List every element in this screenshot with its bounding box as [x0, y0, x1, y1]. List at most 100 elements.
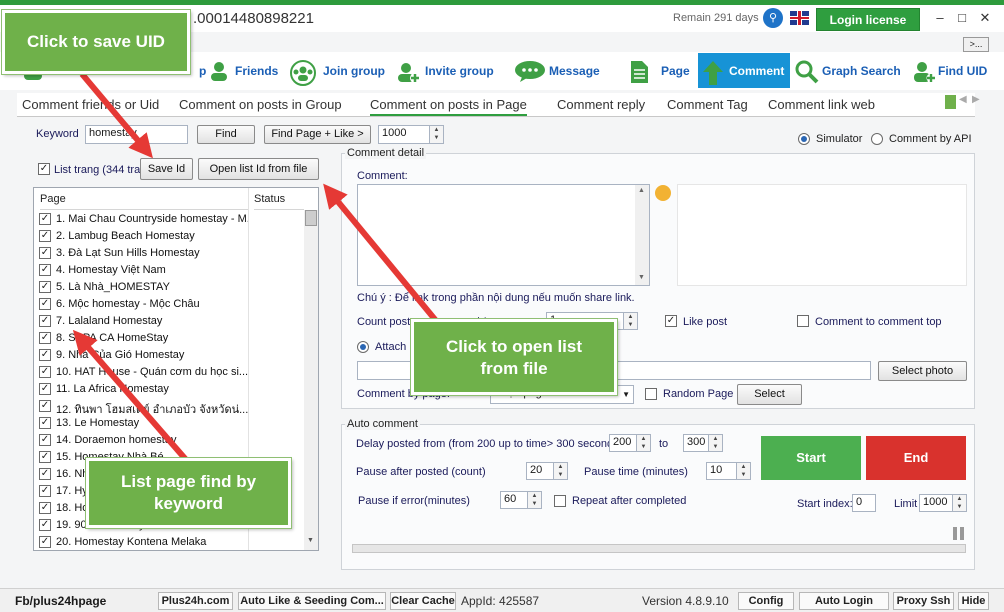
open-list-id-button[interactable]: Open list Id from file	[198, 158, 319, 180]
spin-down-icon[interactable]: ▼	[636, 443, 650, 451]
list-scroll-thumb[interactable]	[305, 210, 317, 226]
uk-flag-icon[interactable]	[790, 11, 809, 25]
row-checkbox[interactable]: ✓	[39, 332, 51, 344]
list-item[interactable]: ✓ 3. Đà Lạt Sun Hills Homestay	[34, 245, 304, 262]
row-checkbox[interactable]: ✓	[39, 400, 51, 412]
spin-down-icon[interactable]: ▼	[952, 503, 966, 511]
toolbar-find-uid[interactable]: Find UID	[913, 55, 987, 87]
row-checkbox[interactable]: ✓	[39, 315, 51, 327]
list-item[interactable]: ✓ 9. Nhà Của Gió Homestay	[34, 347, 304, 364]
row-checkbox[interactable]: ✓	[39, 264, 51, 276]
delay-from-input[interactable]: 200 ▲ ▼	[609, 434, 651, 452]
row-checkbox[interactable]: ✓	[39, 417, 51, 429]
more-button[interactable]: >...	[963, 37, 989, 52]
row-checkbox[interactable]: ✓	[39, 502, 51, 514]
row-checkbox[interactable]: ✓	[39, 519, 51, 531]
list-item[interactable]: ✓ 5. Là Nhà_HOMESTAY	[34, 279, 304, 296]
list-item[interactable]: ✓ 8. SAPA CA HomeStay	[34, 330, 304, 347]
limit-input[interactable]: 1000 ▲ ▼	[919, 494, 967, 512]
list-item[interactable]: ✓ 6. Mộc homestay - Mộc Châu	[34, 296, 304, 313]
keyword-input[interactable]: homestay	[85, 125, 188, 144]
comment-textarea[interactable]: ▲ ▼	[357, 184, 650, 286]
spin-down-icon[interactable]: ▼	[553, 471, 567, 479]
row-checkbox[interactable]: ✓	[39, 298, 51, 310]
list-item[interactable]: ✓ 4. Homestay Việt Nam	[34, 262, 304, 279]
row-checkbox[interactable]: ✓	[39, 230, 51, 242]
attach-radio[interactable]	[357, 341, 369, 353]
list-item[interactable]: ✓ 12. ทินพา โฮมสเตย์ อำเภอบัว จังหวัดน่..…	[34, 398, 304, 415]
auto-like-button[interactable]: Auto Like & Seeding Com...	[238, 592, 386, 610]
spin-up-icon[interactable]: ▲	[708, 435, 722, 443]
list-item[interactable]: ✓ 1. Mai Chau Countryside homestay - M...	[34, 211, 304, 228]
row-checkbox[interactable]: ✓	[39, 349, 51, 361]
key-icon[interactable]: ⚲	[763, 8, 783, 28]
scroll-down-icon[interactable]: ▼	[307, 537, 314, 544]
emoji-icon[interactable]	[655, 185, 671, 201]
row-checkbox[interactable]: ✓	[39, 434, 51, 446]
row-checkbox[interactable]: ✓	[39, 383, 51, 395]
config-button[interactable]: Config	[738, 592, 794, 610]
start-button[interactable]: Start	[761, 436, 861, 480]
tab-right-arrow-icon[interactable]: ▶	[972, 94, 980, 105]
tab-comment-friends[interactable]: Comment friends or Uid	[22, 97, 159, 112]
find-page-like-button[interactable]: Find Page + Like >	[264, 125, 371, 144]
spin-up-icon[interactable]: ▲	[636, 435, 650, 443]
login-license-button[interactable]: Login license	[816, 8, 920, 31]
spin-down-icon[interactable]: ▼	[527, 500, 541, 508]
like-post-checkbox[interactable]: ✓	[665, 315, 677, 327]
row-checkbox[interactable]: ✓	[39, 281, 51, 293]
spin-up-icon[interactable]: ▲	[952, 495, 966, 503]
pause-error-input[interactable]: 60 ▲ ▼	[500, 491, 542, 509]
fb-page-link[interactable]: Fb/plus24hpage	[15, 594, 106, 608]
comment-scrollbar[interactable]: ▲ ▼	[635, 185, 649, 285]
spin-down-icon[interactable]: ▼	[736, 471, 750, 479]
col-page-header[interactable]: Page	[40, 188, 248, 210]
list-scrollbar[interactable]	[304, 210, 318, 550]
spin-up-icon[interactable]: ▲	[623, 313, 637, 321]
save-id-button[interactable]: Save Id	[140, 158, 193, 180]
pause-after-input[interactable]: 20 ▲ ▼	[526, 462, 568, 480]
list-item[interactable]: ✓ 11. La Africa Homestay	[34, 381, 304, 398]
spin-up-icon[interactable]: ▲	[553, 463, 567, 471]
plus24h-button[interactable]: Plus24h.com	[158, 592, 233, 610]
spin-up-icon[interactable]: ▲	[429, 126, 443, 134]
close-icon[interactable]: ✕	[975, 9, 995, 27]
list-item[interactable]: ✓ 2. Lambug Beach Homestay	[34, 228, 304, 245]
list-item[interactable]: ✓ 20. Homestay Kontena Melaka	[34, 534, 304, 550]
spin-up-icon[interactable]: ▲	[736, 463, 750, 471]
tab-scroll-handle[interactable]	[945, 95, 956, 109]
maximize-icon[interactable]: □	[952, 9, 972, 27]
list-item[interactable]: ✓ 7. Lalaland Homestay	[34, 313, 304, 330]
row-checkbox[interactable]: ✓	[39, 366, 51, 378]
start-index-input[interactable]: 0	[852, 494, 876, 512]
repeat-checkbox[interactable]	[554, 495, 566, 507]
tab-comment-group[interactable]: Comment on posts in Group	[179, 97, 342, 112]
spin-down-icon[interactable]: ▼	[708, 443, 722, 451]
limit-number-input[interactable]: 1000 ▲ ▼	[378, 125, 444, 144]
row-checkbox[interactable]: ✓	[39, 468, 51, 480]
toolbar-friends[interactable]: Friends	[208, 55, 278, 87]
comment-to-top-checkbox[interactable]	[797, 315, 809, 327]
tab-comment-reply[interactable]: Comment reply	[557, 97, 645, 112]
toolbar-join-group[interactable]: Join group	[288, 55, 385, 87]
select-button[interactable]: Select	[737, 384, 802, 405]
list-item[interactable]: ✓ 14. Doraemon homestay	[34, 432, 304, 449]
proxy-ssh-button[interactable]: Proxy Ssh	[893, 592, 954, 610]
tab-comment-link-web[interactable]: Comment link web	[768, 97, 875, 112]
find-button[interactable]: Find	[197, 125, 255, 144]
spin-up-icon[interactable]: ▲	[527, 492, 541, 500]
spin-down-icon[interactable]: ▼	[623, 321, 637, 329]
toolbar-comment[interactable]: Comment	[698, 53, 791, 88]
comment-scroll-up-icon[interactable]: ▲	[638, 187, 645, 194]
auto-login-button[interactable]: Auto Login	[799, 592, 889, 610]
toolbar-message[interactable]: Message	[514, 55, 600, 87]
toolbar-graph-search[interactable]: Graph Search	[795, 55, 901, 87]
list-item[interactable]: ✓ 13. Le Homestay	[34, 415, 304, 432]
row-checkbox[interactable]: ✓	[39, 485, 51, 497]
row-checkbox[interactable]: ✓	[39, 213, 51, 225]
minimize-icon[interactable]: –	[930, 9, 950, 27]
row-checkbox[interactable]: ✓	[39, 451, 51, 463]
row-checkbox[interactable]: ✓	[39, 247, 51, 259]
delay-to-input[interactable]: 300 ▲ ▼	[683, 434, 723, 452]
comment-scroll-down-icon[interactable]: ▼	[638, 274, 645, 281]
